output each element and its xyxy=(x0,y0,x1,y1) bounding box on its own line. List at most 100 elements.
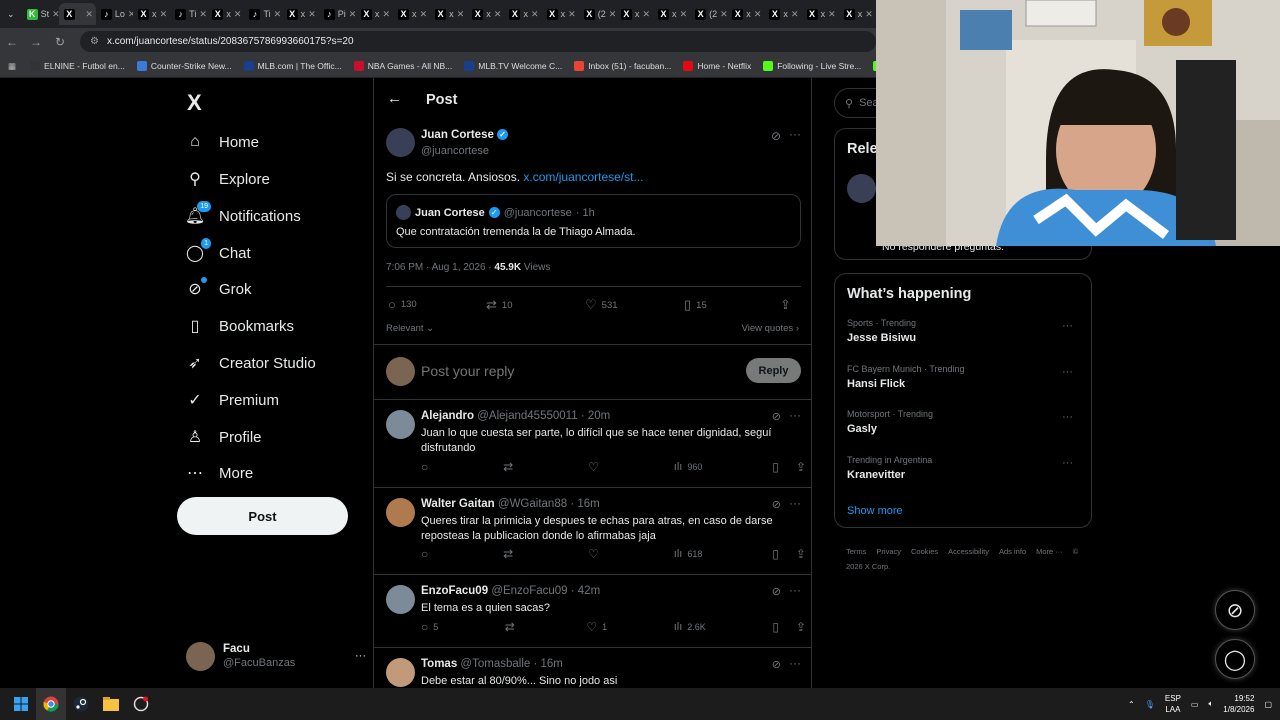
nav-item-premium[interactable]: ✓ Premium xyxy=(185,384,279,416)
post-author-handle[interactable]: @juancortese xyxy=(421,145,489,157)
browser-tab[interactable]: ♪ Lo ✕ xyxy=(96,3,133,25)
more-icon[interactable]: ··· xyxy=(789,583,801,597)
nav-item-grok[interactable]: ⊘ Grok xyxy=(185,273,252,305)
sort-dropdown[interactable]: Relevant ⌄ xyxy=(386,323,434,334)
messages-fab[interactable]: ◯ xyxy=(1215,639,1255,679)
app-icon[interactable] xyxy=(126,688,156,720)
browser-tab[interactable]: Xx ✕ xyxy=(467,3,504,25)
avatar[interactable] xyxy=(386,658,415,687)
grok-icon[interactable]: ⊘ xyxy=(772,658,781,671)
bookmark-item[interactable]: Following - Live Stre... xyxy=(763,61,861,71)
close-tab-icon[interactable]: ✕ xyxy=(52,9,59,20)
browser-tab[interactable]: Xx ✕ xyxy=(282,3,319,25)
views-action[interactable]: ılı 2.6K xyxy=(674,620,706,634)
close-tab-icon[interactable]: ✕ xyxy=(754,9,762,20)
nav-item-notifications[interactable]: 🔔︎ 19 Notifications xyxy=(185,200,301,232)
reply-author-handle[interactable]: @Tomasballe xyxy=(460,658,530,670)
tab-search-button[interactable]: ⌄ xyxy=(4,3,22,25)
reply-action[interactable]: ○ 130 xyxy=(388,297,417,312)
trend-item[interactable]: Sports · Trending Jesse Bisiwu ··· xyxy=(847,318,1081,344)
browser-tab[interactable]: Xx ✕ xyxy=(727,3,764,25)
post-button[interactable]: Post xyxy=(177,497,348,535)
share-icon[interactable]: ⇪ xyxy=(796,460,806,474)
reload-icon[interactable]: ↻ xyxy=(48,35,72,49)
back-arrow-icon[interactable]: ← xyxy=(0,35,24,49)
show-more-link[interactable]: Show more xyxy=(847,505,903,517)
grok-icon[interactable]: ⊘ xyxy=(772,585,781,598)
microphone-icon[interactable]: 🎙︎ xyxy=(1145,700,1155,709)
trend-item[interactable]: Trending in Argentina Kranevitter ··· xyxy=(847,455,1081,481)
back-arrow-icon[interactable]: ← xyxy=(387,90,402,107)
reply-time[interactable]: · 16m xyxy=(570,498,599,510)
browser-tab[interactable]: X ✕ xyxy=(58,3,96,25)
repost-action[interactable]: ⇄ xyxy=(503,460,518,474)
avatar[interactable] xyxy=(386,410,415,439)
bookmark-icon[interactable]: ▯ xyxy=(772,620,779,634)
close-tab-icon[interactable]: ✕ xyxy=(420,9,428,20)
more-icon[interactable]: ··· xyxy=(1062,411,1073,423)
volume-icon[interactable]: 🔈︎ xyxy=(1208,699,1213,709)
reply-author-name[interactable]: Tomas xyxy=(421,658,457,670)
reply-author-handle[interactable]: @WGaitan88 xyxy=(498,498,567,510)
forward-arrow-icon[interactable]: → xyxy=(24,35,48,49)
trend-item[interactable]: Motorsport · Trending Gasly ··· xyxy=(847,409,1081,435)
more-icon[interactable]: ··· xyxy=(1062,320,1073,332)
like-action[interactable]: ♡ 1 xyxy=(586,620,607,634)
reply-author-name[interactable]: EnzoFacu09 xyxy=(421,585,488,597)
close-tab-icon[interactable]: ✕ xyxy=(642,9,650,20)
repost-action[interactable]: ⇄ xyxy=(505,620,520,634)
footer-link[interactable]: More ··· xyxy=(1036,547,1063,556)
more-icon[interactable]: ··· xyxy=(1062,457,1073,469)
browser-tab[interactable]: Xx ✕ xyxy=(653,3,690,25)
browser-tab[interactable]: Xx ✕ xyxy=(133,3,170,25)
browser-tab[interactable]: Xx ✕ xyxy=(616,3,653,25)
reply-time[interactable]: · 16m xyxy=(533,658,562,670)
bookmark-item[interactable]: MLB.TV Welcome C... xyxy=(464,61,562,71)
reply-post[interactable]: Walter Gaitan @WGaitan88 · 16m ⊘ ··· Queres… xyxy=(374,488,811,575)
grok-icon[interactable]: ⊘ xyxy=(772,498,781,511)
chevron-up-icon[interactable]: ⌃ xyxy=(1128,700,1135,709)
browser-tab[interactable]: ♪ Ti ✕ xyxy=(244,3,281,25)
more-icon[interactable]: ··· xyxy=(789,408,801,422)
post-author-avatar[interactable] xyxy=(386,128,415,157)
reply-action[interactable]: ○ xyxy=(421,460,433,474)
bookmark-action[interactable]: ▯ 15 xyxy=(684,297,707,313)
views-action[interactable]: ılı 618 xyxy=(674,547,703,561)
grok-icon[interactable]: ⊘ xyxy=(772,410,781,423)
browser-tab[interactable]: Xx ✕ xyxy=(430,3,467,25)
browser-tab[interactable]: Xx ✕ xyxy=(542,3,579,25)
close-tab-icon[interactable]: ✕ xyxy=(494,9,502,20)
steam-icon[interactable] xyxy=(66,688,96,720)
close-tab-icon[interactable]: ✕ xyxy=(234,9,242,20)
reply-author-handle[interactable]: @Alejand45550011 xyxy=(477,410,577,422)
repost-action[interactable]: ⇄ 10 xyxy=(486,297,512,313)
nav-item-home[interactable]: ⌂ Home xyxy=(185,126,259,158)
view-quotes-link[interactable]: View quotes › xyxy=(742,323,799,334)
browser-tab[interactable]: Xx ✕ xyxy=(207,3,244,25)
footer-link[interactable]: Accessibility xyxy=(948,547,989,556)
reply-time[interactable]: · 42m xyxy=(571,585,600,597)
close-tab-icon[interactable]: ✕ xyxy=(531,9,539,20)
quoted-post[interactable]: Juan Cortese ✓ @juancortese · 1h Que con… xyxy=(386,194,801,248)
x-logo[interactable]: X xyxy=(187,90,202,116)
close-tab-icon[interactable]: ✕ xyxy=(457,9,465,20)
browser-tab[interactable]: Xx ✕ xyxy=(764,3,801,25)
close-tab-icon[interactable]: ✕ xyxy=(85,9,93,20)
bookmark-item[interactable]: Home - Netflix xyxy=(683,61,751,71)
bookmark-item[interactable]: NBA Games - All NB... xyxy=(353,61,452,71)
close-tab-icon[interactable]: ✕ xyxy=(199,9,207,20)
reply-action[interactable]: ○ xyxy=(421,547,433,561)
browser-tab[interactable]: Xx ✕ xyxy=(356,3,393,25)
browser-tab[interactable]: ♪ Pi ✕ xyxy=(319,3,356,25)
close-tab-icon[interactable]: ✕ xyxy=(160,9,168,20)
more-icon[interactable]: ··· xyxy=(789,127,801,141)
nav-item-bookmarks[interactable]: ▯ Bookmarks xyxy=(185,310,294,342)
close-tab-icon[interactable]: ✕ xyxy=(274,9,282,20)
reply-post[interactable]: Alejandro @Alejand45550011 · 20m ⊘ ··· Juan… xyxy=(374,400,811,488)
reply-time[interactable]: · 20m xyxy=(581,410,610,422)
account-switcher[interactable]: Facu @FacuBanzas ··· xyxy=(186,638,366,674)
nav-item-profile[interactable]: ♙ Profile xyxy=(185,421,262,453)
share-icon[interactable]: ⇪ xyxy=(780,297,791,313)
close-tab-icon[interactable]: ✕ xyxy=(791,9,799,20)
bookmark-item[interactable]: Inbox (51) - facuban... xyxy=(574,61,671,71)
